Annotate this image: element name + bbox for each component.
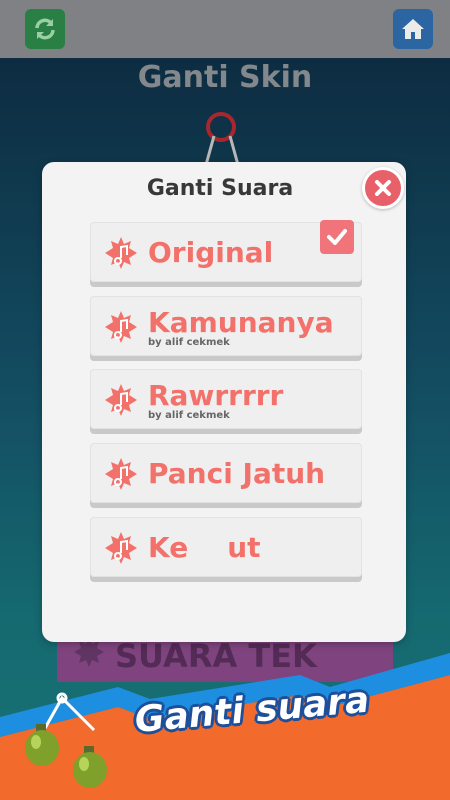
sound-option-credit: by alif cekmek bbox=[148, 337, 230, 348]
sound-option-rawrrrrr[interactable]: Rawrrrrr by alif cekmek bbox=[90, 369, 362, 429]
close-icon bbox=[375, 180, 391, 196]
modal-title: Ganti Suara bbox=[146, 176, 294, 201]
sound-option-original[interactable]: Original bbox=[90, 220, 362, 282]
close-button[interactable] bbox=[362, 167, 404, 209]
music-note-icon bbox=[105, 458, 137, 490]
sound-option-panci-jatuh[interactable]: Panci Jatuh bbox=[90, 443, 362, 503]
music-note-icon bbox=[105, 384, 137, 416]
music-note-icon bbox=[105, 532, 137, 564]
music-note-icon bbox=[105, 311, 137, 343]
gas-cylinder-icon bbox=[25, 692, 107, 788]
music-note-icon bbox=[105, 237, 137, 269]
sound-option-label: Panci Jatuh bbox=[148, 457, 326, 490]
sound-option-kamunanya[interactable]: Kamunanya by alif cekmek bbox=[90, 296, 362, 356]
sound-option-credit: by alif cekmek bbox=[148, 410, 230, 421]
sound-modal: Ganti Suara Original Kamunanya by alif c… bbox=[42, 162, 406, 642]
sound-option-label: Original bbox=[148, 236, 274, 269]
selected-check-icon bbox=[320, 220, 354, 254]
sound-option-label: Ke ut bbox=[148, 531, 261, 564]
sound-option-keut[interactable]: Ke ut bbox=[90, 517, 362, 577]
sound-option-label: Rawrrrrr bbox=[148, 379, 284, 412]
sound-option-label: Kamunanya bbox=[148, 306, 334, 339]
app-screen: Ganti Skin SUARA TEK Ganti Suara Origina… bbox=[0, 0, 450, 800]
